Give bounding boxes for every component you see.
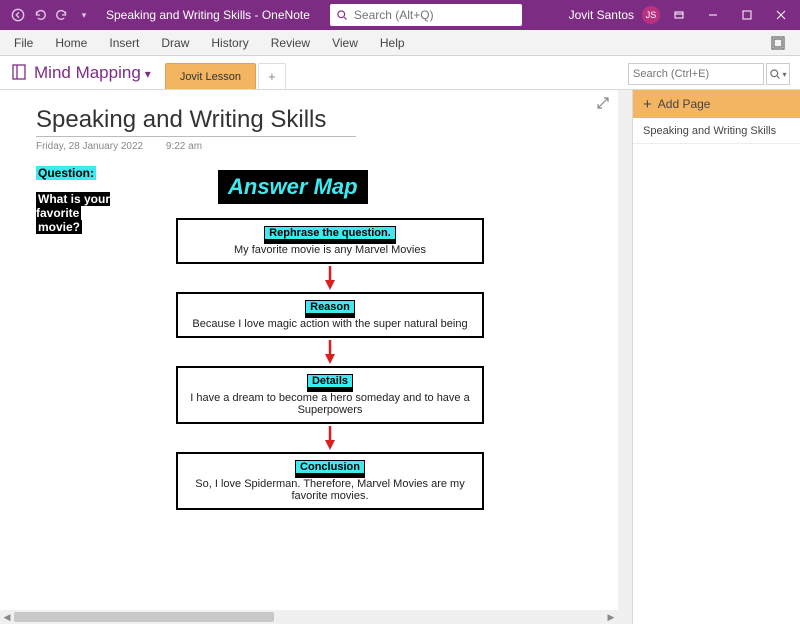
answer-map-title: Answer Map	[218, 170, 368, 204]
page-pane: + Add Page Speaking and Writing Skills	[632, 90, 800, 624]
tab-history[interactable]: History	[211, 36, 248, 50]
plus-icon: +	[643, 96, 652, 113]
flow-box-text: I have a dream to become a hero someday …	[188, 392, 472, 416]
arrow-icon	[176, 426, 484, 450]
close-icon[interactable]	[766, 0, 796, 30]
scroll-thumb[interactable]	[14, 612, 274, 622]
flow-box-text: Because I love magic action with the sup…	[188, 318, 472, 330]
titlebar-left: ▾ Speaking and Writing Skills - OneNote	[0, 4, 522, 26]
page-date: Friday, 28 January 2022	[36, 141, 143, 152]
flow-box-conclusion: Conclusion So, I love Spiderman. Therefo…	[176, 452, 484, 510]
tab-insert[interactable]: Insert	[109, 36, 139, 50]
scroll-left-icon[interactable]: ◀	[0, 610, 14, 624]
fullscreen-icon[interactable]	[770, 35, 786, 51]
page-header: Speaking and Writing Skills Friday, 28 J…	[0, 90, 618, 152]
page-time: 9:22 am	[166, 141, 202, 152]
ribbon-right	[770, 35, 786, 51]
vertical-scrollbar[interactable]	[618, 90, 632, 624]
window-title: Speaking and Writing Skills - OneNote	[106, 8, 310, 22]
user-name[interactable]: Jovit Santos	[569, 8, 634, 22]
notebook-name[interactable]: Mind Mapping	[34, 63, 141, 83]
page-title-rule	[36, 136, 356, 137]
question-text: What is your favorite movie?	[36, 192, 156, 234]
page-search-box[interactable]	[628, 63, 764, 85]
arrow-icon	[176, 266, 484, 290]
section-bar: Mind Mapping ▾ Jovit Lesson + ▾	[0, 56, 800, 90]
tab-home[interactable]: Home	[55, 36, 87, 50]
flow-diagram: Rephrase the question. My favorite movie…	[176, 218, 484, 510]
flow-box-details: Details I have a dream to become a hero …	[176, 366, 484, 424]
page-meta: Friday, 28 January 2022 9:22 am	[36, 141, 618, 152]
search-box[interactable]	[330, 4, 522, 26]
notebook-icon[interactable]	[10, 63, 28, 81]
ribbon: File Home Insert Draw History Review Vie…	[0, 30, 800, 56]
tab-view[interactable]: View	[332, 36, 358, 50]
page-search-scope-button[interactable]: ▾	[766, 63, 790, 85]
page-search-input[interactable]	[633, 68, 775, 80]
undo-icon[interactable]	[32, 7, 48, 23]
horizontal-scrollbar[interactable]: ◀ ▶	[0, 610, 618, 624]
scroll-right-icon[interactable]: ▶	[604, 610, 618, 624]
tab-review[interactable]: Review	[271, 36, 310, 50]
ribbon-mode-icon[interactable]	[664, 0, 694, 30]
search-icon	[336, 9, 348, 21]
scroll-track[interactable]	[14, 610, 604, 624]
flow-box-text: My favorite movie is any Marvel Movies	[188, 244, 472, 256]
flow-box-rephrase: Rephrase the question. My favorite movie…	[176, 218, 484, 264]
flow-box-reason: Reason Because I love magic action with …	[176, 292, 484, 338]
search-input[interactable]	[354, 8, 516, 22]
note-canvas[interactable]: Speaking and Writing Skills Friday, 28 J…	[0, 90, 618, 624]
back-icon[interactable]	[10, 7, 26, 23]
notebook-dropdown-icon[interactable]: ▾	[145, 67, 151, 81]
maximize-icon[interactable]	[732, 0, 762, 30]
page-list-item[interactable]: Speaking and Writing Skills	[633, 118, 800, 144]
minimize-icon[interactable]	[698, 0, 728, 30]
tab-draw[interactable]: Draw	[161, 36, 189, 50]
tab-file[interactable]: File	[14, 36, 33, 50]
redo-icon[interactable]	[54, 7, 70, 23]
flow-box-text: So, I love Spiderman. Therefore, Marvel …	[188, 478, 472, 502]
titlebar-right: Jovit Santos JS	[569, 0, 800, 30]
arrow-icon	[176, 340, 484, 364]
user-avatar[interactable]: JS	[642, 6, 660, 24]
customize-qat-icon[interactable]: ▾	[76, 7, 92, 23]
page-title[interactable]: Speaking and Writing Skills	[36, 106, 618, 134]
add-section-button[interactable]: +	[258, 63, 286, 89]
expand-icon[interactable]	[596, 96, 610, 113]
question-label: Question:	[36, 166, 96, 180]
section-tab-active[interactable]: Jovit Lesson	[165, 63, 256, 89]
add-page-label: Add Page	[658, 97, 711, 111]
content-area: Speaking and Writing Skills Friday, 28 J…	[0, 90, 800, 624]
title-bar: ▾ Speaking and Writing Skills - OneNote …	[0, 0, 800, 30]
tab-help[interactable]: Help	[380, 36, 405, 50]
add-page-button[interactable]: + Add Page	[633, 90, 800, 118]
